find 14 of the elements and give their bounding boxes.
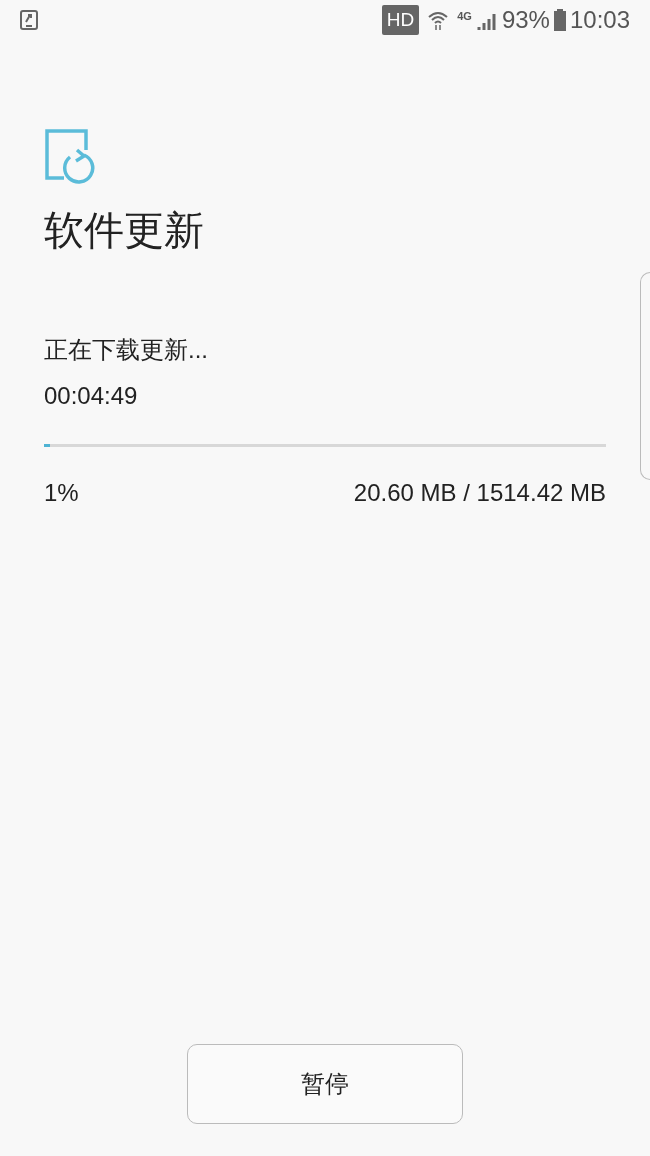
clock: 10:03 [569, 5, 630, 35]
progress-percent: 1% [44, 478, 79, 508]
battery-icon [553, 9, 566, 31]
download-size: 20.60 MB / 1514.42 MB [353, 478, 606, 508]
pause-button[interactable]: 暂停 [187, 1044, 463, 1124]
download-status: 正在下载更新... [44, 335, 209, 365]
page-title: 软件更新 [44, 207, 205, 254]
update-icon [44, 128, 96, 184]
phone-update-icon [20, 10, 38, 30]
hd-badge: HD [381, 4, 420, 36]
battery-level: 93% [501, 5, 550, 35]
elapsed-time: 00:04:49 [44, 381, 139, 411]
wifi-icon [427, 9, 450, 31]
network-type: 4G [457, 9, 472, 24]
